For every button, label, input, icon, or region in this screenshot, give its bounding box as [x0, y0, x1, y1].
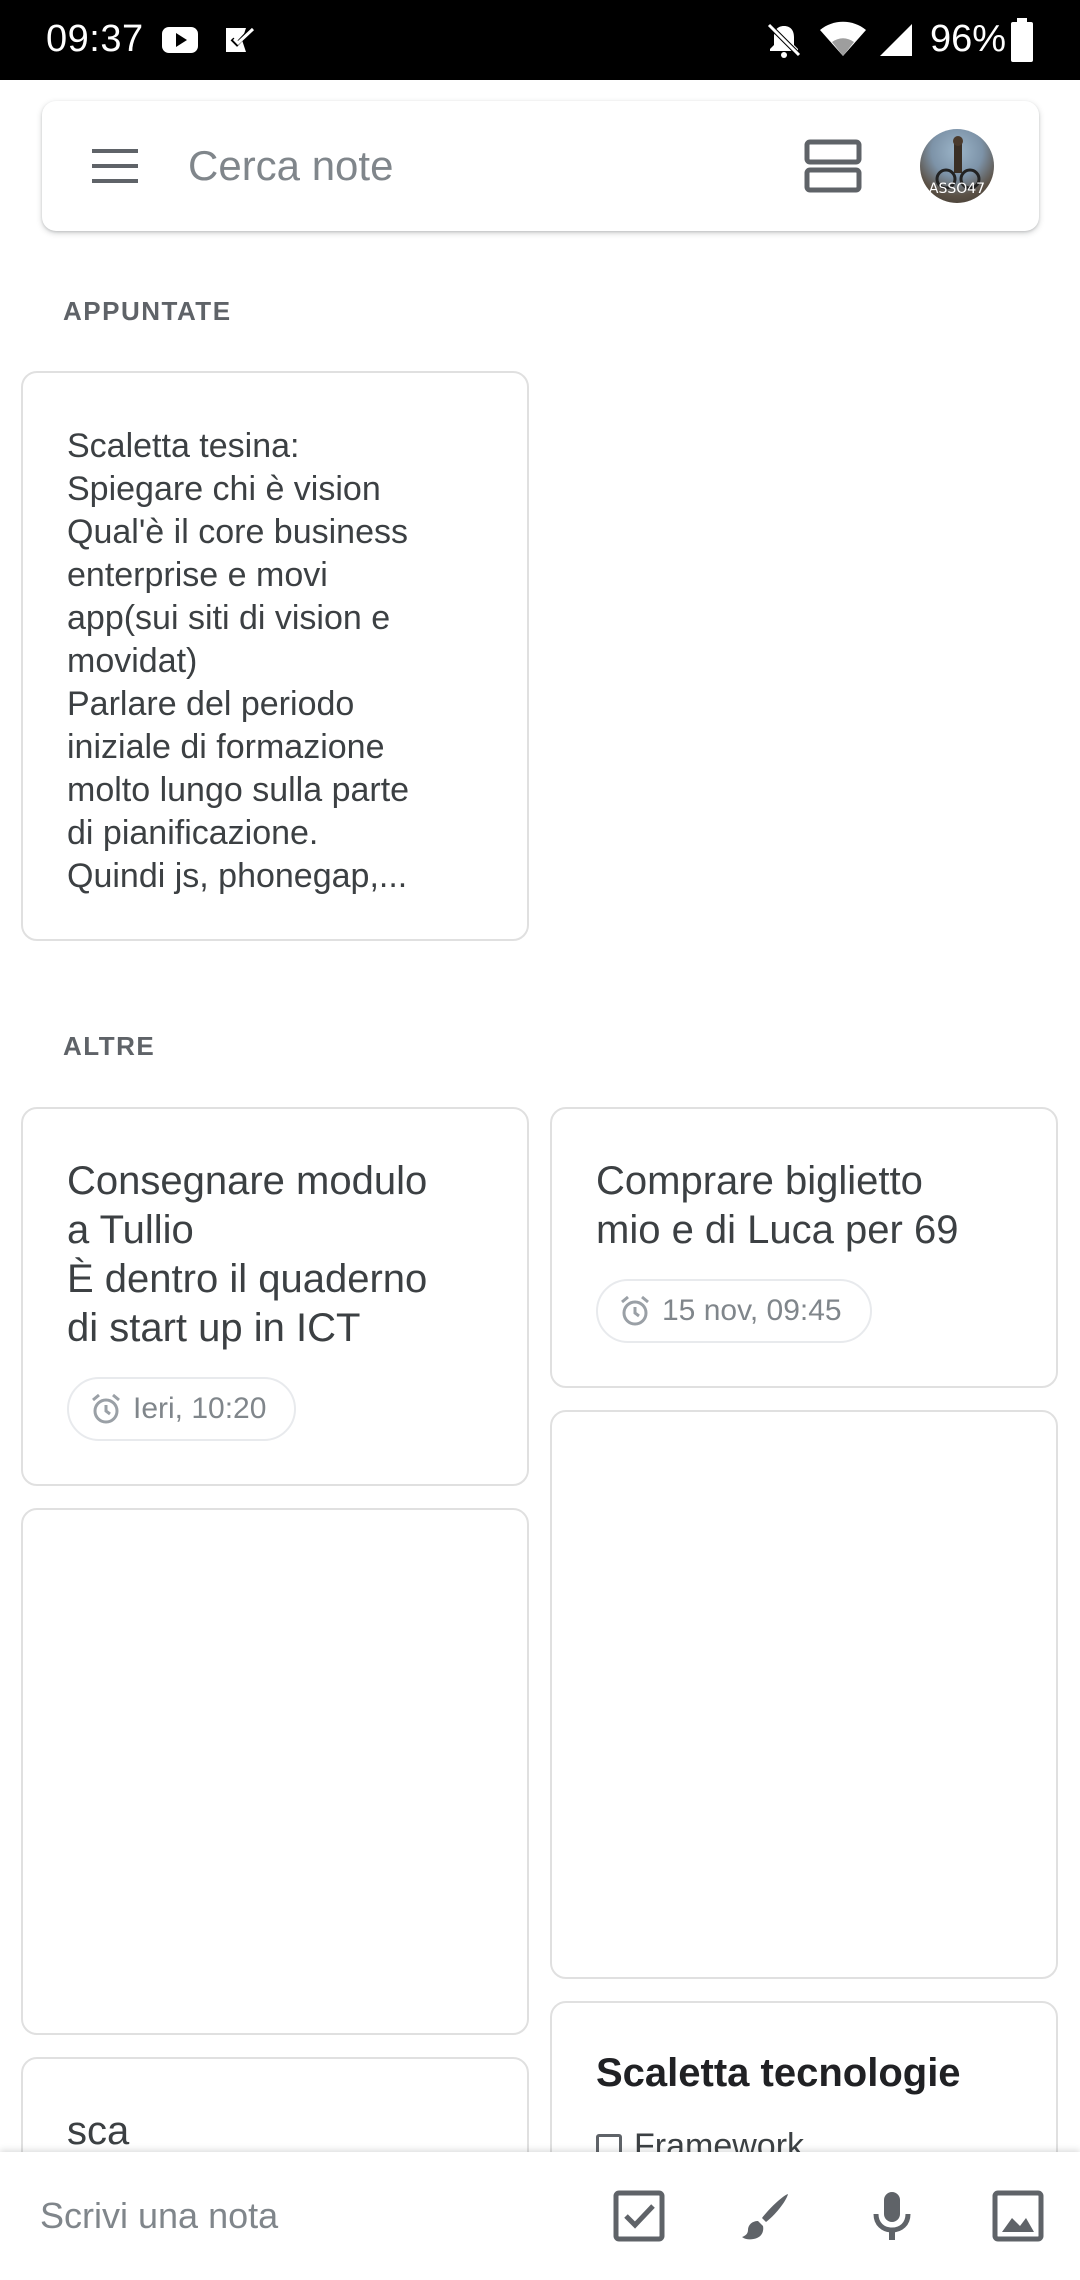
note-card-modulo[interactable]: Consegnare modulo a Tullio È dentro il q…	[21, 1107, 529, 1486]
signal-icon	[880, 24, 912, 56]
note-text: Comprare biglietto mio e di Luca per 69	[596, 1159, 959, 1252]
alarm-icon	[92, 1393, 120, 1424]
avatar-text: ASSO47	[928, 181, 986, 197]
search-bar: ASSO47	[42, 101, 1039, 231]
note-card-pinned[interactable]: Scaletta tesina: Spiegare chi è vision Q…	[21, 371, 529, 941]
section-label-pinned: APPUNTATE	[63, 296, 232, 326]
note-card-empty[interactable]	[550, 1410, 1058, 1979]
note-card-biglietto[interactable]: Comprare biglietto mio e di Luca per 69 …	[550, 1107, 1058, 1388]
reminder-text: Ieri, 10:20	[133, 1392, 267, 1425]
wifi-icon	[820, 21, 866, 56]
reminder-text: 15 nov, 09:45	[662, 1294, 842, 1327]
note-text: sca	[67, 2109, 130, 2153]
menu-icon[interactable]	[90, 143, 140, 189]
tasks-icon	[226, 26, 255, 52]
note-title: Scaletta tecnologie	[596, 2051, 961, 2095]
note-text: Consegnare modulo a Tullio È dentro il q…	[67, 1159, 428, 1350]
account-avatar[interactable]: ASSO47	[920, 129, 994, 203]
note-card-empty[interactable]	[21, 1508, 529, 2035]
reminder-chip[interactable]: 15 nov, 09:45	[596, 1279, 872, 1343]
image-icon[interactable]	[990, 2188, 1046, 2244]
brush-icon[interactable]	[738, 2188, 794, 2244]
search-input[interactable]	[188, 129, 788, 203]
new-note-input[interactable]	[40, 2180, 560, 2252]
checkbox-icon[interactable]	[611, 2188, 667, 2244]
bottom-bar	[0, 2152, 1080, 2280]
battery-icon	[1011, 18, 1033, 62]
mic-icon[interactable]	[864, 2188, 920, 2244]
do-not-disturb-icon	[767, 23, 801, 58]
youtube-icon	[162, 27, 198, 53]
list-view-toggle-icon[interactable]	[804, 139, 862, 193]
note-text: Scaletta tesina: Spiegare chi è vision Q…	[67, 427, 410, 895]
status-time: 09:37	[46, 18, 144, 60]
alarm-icon	[621, 1295, 649, 1326]
reminder-chip[interactable]: Ieri, 10:20	[67, 1377, 297, 1441]
status-bar: 09:37 96%	[0, 0, 1080, 80]
battery-percentage: 96%	[930, 18, 1007, 60]
section-label-others: ALTRE	[63, 1031, 156, 1061]
